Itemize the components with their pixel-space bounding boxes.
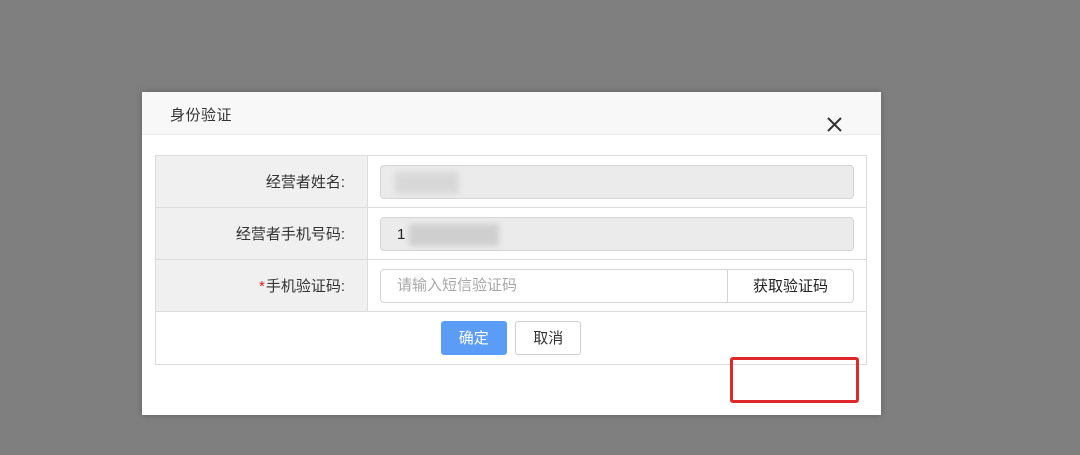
operator-name-cell [367,155,867,208]
sms-code-label-cell: *手机验证码: [155,259,368,312]
sms-code-cell: 获取验证码 [367,259,867,312]
required-mark: * [258,278,265,295]
sms-code-row: *手机验证码: 获取验证码 [155,259,867,312]
action-row: 确定 取消 [155,311,867,365]
confirm-button[interactable]: 确定 [440,321,507,355]
operator-name-row: 经营者姓名: [155,155,867,208]
verification-form: 经营者姓名: 经营者手机号码: 1 *手机验证码: 获取验证码 [155,155,867,365]
sms-code-input[interactable] [380,268,728,303]
action-cell: 确定 取消 [155,311,867,365]
redacted-name [395,171,459,194]
operator-phone-field: 1 [380,216,854,251]
sms-code-group: 获取验证码 [380,268,854,303]
dialog-header: 身份验证 [142,92,881,135]
operator-phone-cell: 1 [367,207,867,260]
cancel-button[interactable]: 取消 [515,321,582,355]
identity-verification-dialog: 身份验证 经营者姓名: 经营者手机号码: 1 *手机验证码: 请输入短信验证码 … [142,92,881,415]
sms-code-label: 手机验证码: [265,278,345,295]
phone-prefix: 1 [397,225,406,243]
operator-name-label: 经营者姓名: [155,155,368,208]
get-code-button[interactable]: 获取验证码 [728,268,854,303]
operator-phone-row: 经营者手机号码: 1 [155,207,867,260]
operator-phone-label: 经营者手机号码: [155,207,368,260]
operator-name-field [380,164,854,199]
redacted-phone [409,223,499,246]
dialog-title: 身份验证 [170,107,233,124]
close-icon[interactable] [824,113,846,135]
